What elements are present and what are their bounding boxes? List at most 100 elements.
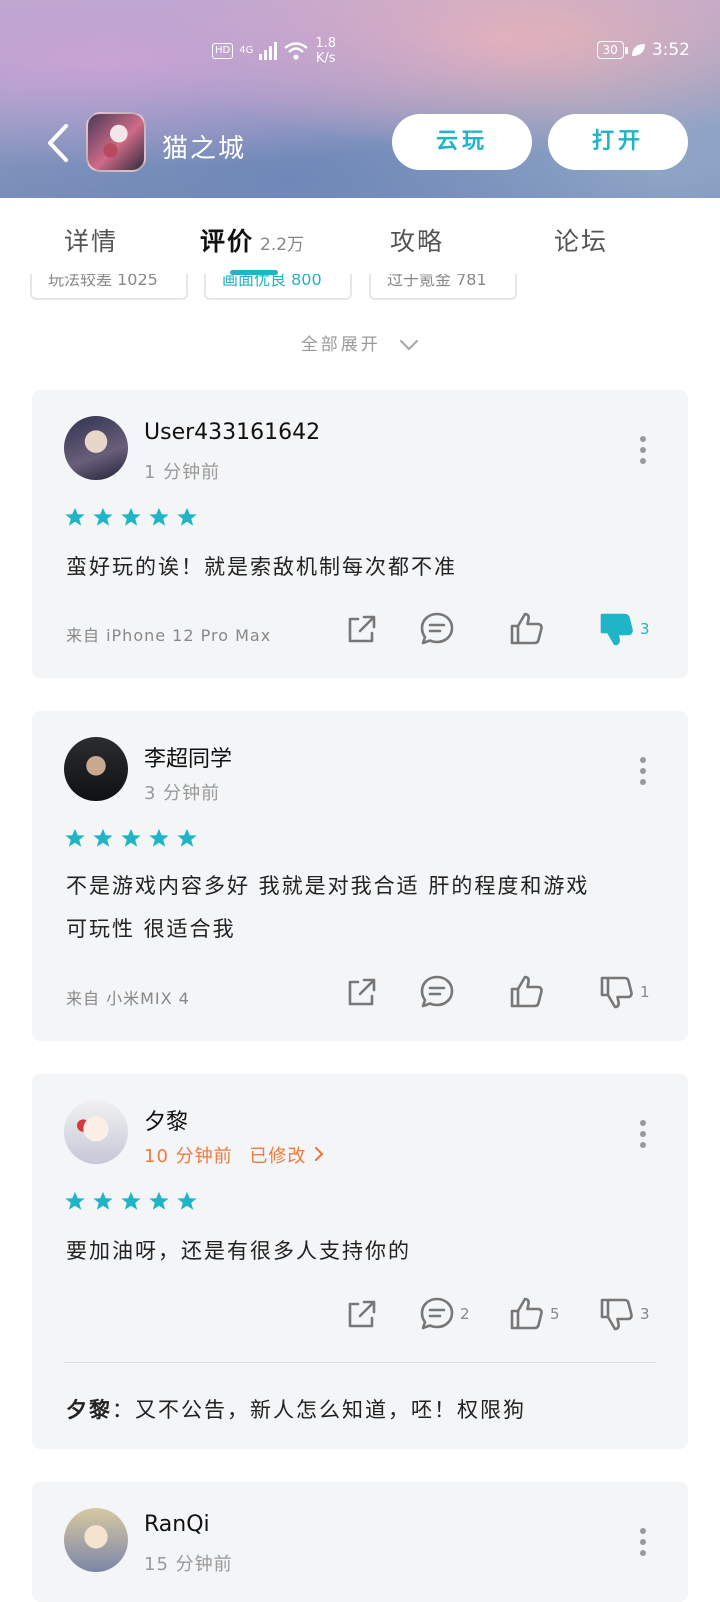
review-device: 来自 小米MIX 4 [66, 989, 190, 1008]
network-speed: 1.8 K/s [315, 36, 337, 66]
like-button[interactable] [508, 610, 560, 648]
tag-chip[interactable]: 过于氪金 781 [369, 274, 517, 300]
like-button[interactable]: 5 [508, 1295, 560, 1333]
tab-bar: 详情 评价 2.2万 攻略 论坛 [0, 198, 720, 275]
comment-icon [420, 1297, 454, 1330]
star-icon [121, 828, 141, 847]
dislike-button[interactable]: 1 [598, 973, 650, 1011]
share-button[interactable] [344, 1296, 380, 1332]
avatar[interactable] [64, 1508, 128, 1572]
expand-all-button[interactable]: 全部展开 [0, 330, 720, 355]
review-text: 要加油呀，还是有很多人支持你的 [66, 1239, 411, 1263]
star-rating [64, 827, 198, 849]
like-button[interactable] [508, 973, 560, 1011]
dislike-count: 3 [640, 620, 650, 638]
network-type: 4G [239, 45, 254, 56]
star-icon [121, 507, 141, 526]
review-time: 15 分钟前 [144, 1554, 233, 1575]
review-username[interactable]: 夕黎 [144, 1104, 188, 1136]
dislike-button[interactable]: 3 [598, 1295, 650, 1333]
review-card: RanQi 15 分钟前 [32, 1482, 688, 1602]
battery-icon: 30 [596, 41, 629, 59]
tab-guides[interactable]: 攻略 [390, 222, 444, 258]
app-name: 猫之城 [162, 134, 247, 164]
more-vertical-icon[interactable] [640, 1120, 646, 1153]
star-icon [93, 828, 113, 847]
review-card: User433161642 1 分钟前 蛮好玩的诶！就是索敌机制每次都不准 来自… [32, 390, 688, 678]
comment-count: 2 [460, 1305, 470, 1323]
star-icon [149, 1191, 169, 1210]
thumbs-up-icon [510, 612, 543, 645]
more-vertical-icon[interactable] [640, 757, 646, 790]
star-icon [177, 507, 197, 526]
star-icon [177, 828, 197, 847]
share-button[interactable] [344, 974, 380, 1010]
reply-preview[interactable]: 夕黎：又不公告，新人怎么知道，呸！权限狗 [66, 1394, 526, 1424]
review-device: 来自 iPhone 12 Pro Max [66, 626, 272, 645]
review-text: 蛮好玩的诶！就是索敌机制每次都不准 [66, 555, 457, 579]
star-rating [64, 506, 198, 528]
more-vertical-icon[interactable] [640, 436, 646, 469]
cloud-play-button[interactable]: 云玩 [392, 114, 532, 170]
share-button[interactable] [344, 611, 380, 647]
tag-chip[interactable]: 玩法较差 1025 [30, 274, 188, 300]
star-icon [149, 828, 169, 847]
star-icon [177, 1191, 197, 1210]
thumbs-down-icon [600, 613, 633, 646]
share-icon [348, 978, 376, 1006]
star-icon [93, 1191, 113, 1210]
comment-button[interactable]: 2 [418, 1295, 470, 1333]
hd-indicator: HD [212, 43, 234, 59]
edited-label: 已修改 [249, 1146, 307, 1167]
review-username[interactable]: User433161642 [144, 420, 320, 445]
review-count: 2.2万 [260, 235, 305, 255]
reply-text: 又不公告，新人怎么知道，呸！权限狗 [135, 1398, 526, 1422]
thumbs-up-icon [510, 975, 543, 1008]
star-icon [65, 507, 85, 526]
tag-chip[interactable]: 画面优良 800 [204, 274, 352, 300]
star-rating [64, 1190, 198, 1212]
star-icon [65, 1191, 85, 1210]
reply-author: 夕黎 [66, 1398, 112, 1422]
status-bar: HD 4G 1.8 K/s 30 3:52 [0, 30, 720, 74]
review-card: 夕黎 10 分钟前 已修改 要加油呀，还是有很多人支持你的 2 5 3 夕黎：又… [32, 1074, 688, 1449]
comment-icon [420, 975, 454, 1008]
app-icon[interactable] [86, 112, 146, 172]
dislike-count: 3 [640, 1305, 650, 1323]
open-button[interactable]: 打开 [548, 114, 688, 170]
leaf-icon [631, 44, 645, 56]
like-count: 5 [550, 1305, 560, 1323]
review-actions: 2 5 3 [306, 1295, 650, 1333]
tab-details[interactable]: 详情 [64, 222, 118, 258]
comment-button[interactable] [418, 610, 470, 648]
chevron-down-icon [400, 339, 419, 351]
tab-reviews[interactable]: 评价 2.2万 [200, 222, 304, 258]
review-text: 不是游戏内容多好 我就是对我合适 肝的程度和游戏 可玩性 很适合我 [66, 874, 590, 941]
review-card: 李超同学 3 分钟前 不是游戏内容多好 我就是对我合适 肝的程度和游戏 可玩性 … [32, 711, 688, 1041]
review-username[interactable]: RanQi [144, 1512, 210, 1537]
share-icon [348, 1300, 376, 1328]
avatar[interactable] [64, 1100, 128, 1164]
avatar[interactable] [64, 737, 128, 801]
review-actions: 3 [306, 610, 650, 648]
review-time: 3 分钟前 [144, 783, 221, 804]
star-icon [149, 507, 169, 526]
avatar[interactable] [64, 416, 128, 480]
chevron-right-icon [315, 1146, 324, 1162]
star-icon [121, 1191, 141, 1210]
review-username[interactable]: 李超同学 [144, 741, 232, 773]
back-chevron-icon[interactable] [44, 122, 74, 164]
tag-chips: 玩法较差 1025 画面优良 800 过于氪金 781 [0, 274, 720, 304]
signal-icon [259, 42, 278, 60]
tab-forum[interactable]: 论坛 [554, 222, 608, 258]
review-actions: 1 [306, 973, 650, 1011]
dislike-button[interactable]: 3 [598, 610, 650, 648]
thumbs-down-icon [600, 976, 633, 1009]
thumbs-up-icon [510, 1297, 543, 1330]
comment-button[interactable] [418, 973, 470, 1011]
star-icon [65, 828, 85, 847]
review-time[interactable]: 10 分钟前 已修改 [144, 1142, 325, 1168]
star-icon [93, 507, 113, 526]
more-vertical-icon[interactable] [640, 1528, 646, 1561]
comment-icon [420, 612, 454, 645]
